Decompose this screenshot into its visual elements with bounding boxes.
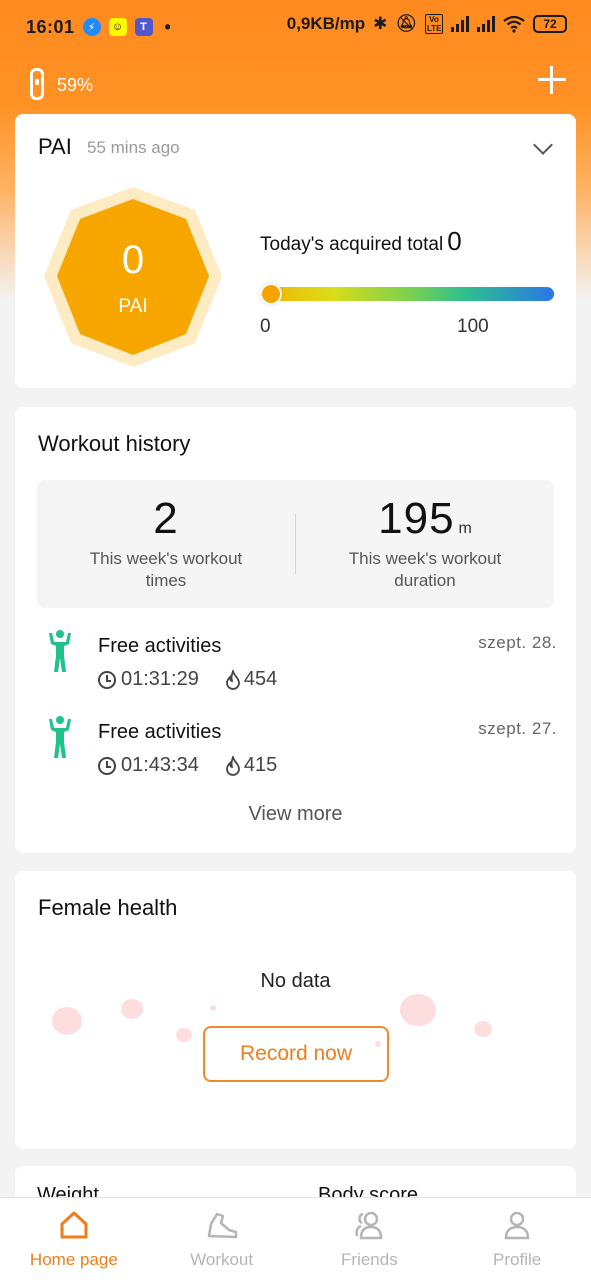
today-total-label: Today's acquired total <box>260 234 444 255</box>
nav-profile-label: Profile <box>493 1250 542 1269</box>
week-times-stat: 2 This week's workout times <box>37 494 295 592</box>
decor-bubble <box>474 1021 492 1037</box>
volte-icon: Vo LTE <box>425 14 443 34</box>
pai-updated-time: 55 mins ago <box>87 138 180 157</box>
female-health-card[interactable]: Female health No data Record now <box>15 871 576 1149</box>
pai-card[interactable]: PAI 55 mins ago 0 PAI Today's acquired t… <box>15 114 576 388</box>
week-duration-value: 195 <box>378 494 455 543</box>
band-device-icon[interactable] <box>30 68 44 100</box>
activity-item[interactable]: Free activities szept. 27. 01:43:34 415 <box>37 713 557 783</box>
decor-bubble <box>176 1028 192 1042</box>
app-header: 59% <box>0 60 591 110</box>
activity-meta: 01:43:34 415 <box>98 754 277 777</box>
snapchat-icon: ☺ <box>108 18 127 36</box>
signal-icon <box>451 16 469 32</box>
clock-icon <box>98 670 116 689</box>
battery-icon: 72 <box>533 15 567 33</box>
friends-icon <box>355 1211 383 1240</box>
pai-title: PAI <box>38 134 72 159</box>
network-speed: 0,9KB/mp <box>286 14 366 33</box>
view-more-link[interactable]: View more <box>15 803 576 826</box>
workout-stats: 2 This week's workout times 195 m This we… <box>37 480 554 608</box>
week-times-value: 2 <box>153 494 179 543</box>
more-notifications-icon: • <box>164 16 171 37</box>
mute-bell-icon: 🔕︎ <box>395 14 417 33</box>
activity-date: szept. 28. <box>478 633 557 652</box>
home-icon <box>60 1211 88 1239</box>
nav-home[interactable]: Home page <box>0 1198 148 1280</box>
activity-date: szept. 27. <box>478 719 557 738</box>
pai-progress-bar <box>260 287 554 301</box>
today-total: Today's acquired total 0 <box>260 226 462 257</box>
free-activity-icon <box>49 630 71 672</box>
week-times-label: This week's workout times <box>89 549 243 590</box>
no-data-text: No data <box>260 970 331 992</box>
chevron-down-icon[interactable] <box>533 135 553 155</box>
shoe-icon <box>207 1212 237 1239</box>
decor-bubble <box>210 1005 216 1011</box>
activity-calories: 454 <box>243 668 278 690</box>
teams-icon: T <box>134 18 153 36</box>
week-duration-unit: m <box>458 520 472 537</box>
activity-item[interactable]: Free activities szept. 28. 01:31:29 454 <box>37 627 557 697</box>
flame-icon <box>225 669 240 690</box>
activity-name: Free activities <box>98 721 222 743</box>
activity-meta: 01:31:29 454 <box>98 668 277 691</box>
signal-icon-2 <box>477 16 495 32</box>
band-battery-percent: 59% <box>57 75 94 95</box>
week-duration-label: This week's workout duration <box>348 549 502 590</box>
free-activity-icon <box>49 716 71 758</box>
pai-hexagon: 0 PAI <box>43 186 223 368</box>
activity-calories: 415 <box>243 754 278 776</box>
status-bar: 16:01 ⚡ ☺ T • 0,9KB/mp ✱ 🔕︎ Vo LTE 72 <box>0 0 591 54</box>
nav-friends-label: Friends <box>341 1250 398 1269</box>
workout-history-title: Workout history <box>38 431 191 456</box>
wifi-icon <box>503 15 525 33</box>
nav-friends[interactable]: Friends <box>296 1198 444 1280</box>
bluetooth-icon: ✱ <box>373 14 388 33</box>
nav-profile[interactable]: Profile <box>443 1198 591 1280</box>
add-button[interactable] <box>538 66 566 94</box>
pai-unit-label: PAI <box>118 296 148 317</box>
decor-bubble <box>400 994 436 1026</box>
decor-bubble <box>52 1007 82 1035</box>
activity-duration: 01:31:29 <box>121 668 199 690</box>
clock-icon <box>98 756 116 775</box>
messenger-icon: ⚡ <box>82 18 101 36</box>
today-total-value: 0 <box>447 226 462 256</box>
activity-name: Free activities <box>98 635 222 657</box>
bottom-nav: Home page Workout Friends Profile <box>0 1197 591 1280</box>
pai-value: 0 <box>121 238 145 282</box>
status-time: 16:01 <box>26 16 75 37</box>
record-now-button[interactable]: Record now <box>203 1026 389 1082</box>
activity-duration: 01:43:34 <box>121 754 199 776</box>
week-duration-stat: 195 m This week's workout duration <box>296 494 554 592</box>
female-health-title: Female health <box>38 895 178 920</box>
pai-progress-knob <box>260 283 282 305</box>
scale-min: 0 <box>260 316 271 337</box>
workout-history-card[interactable]: Workout history 2 This week's workout ti… <box>15 407 576 853</box>
nav-home-label: Home page <box>29 1250 118 1269</box>
flame-icon <box>225 755 240 776</box>
scale-max: 100 <box>457 316 489 337</box>
status-right: 0,9KB/mp ✱ 🔕︎ Vo LTE 72 <box>287 14 567 34</box>
profile-icon <box>504 1211 530 1240</box>
nav-workout-label: Workout <box>190 1250 254 1269</box>
nav-workout[interactable]: Workout <box>148 1198 296 1280</box>
decor-bubble <box>121 999 143 1019</box>
